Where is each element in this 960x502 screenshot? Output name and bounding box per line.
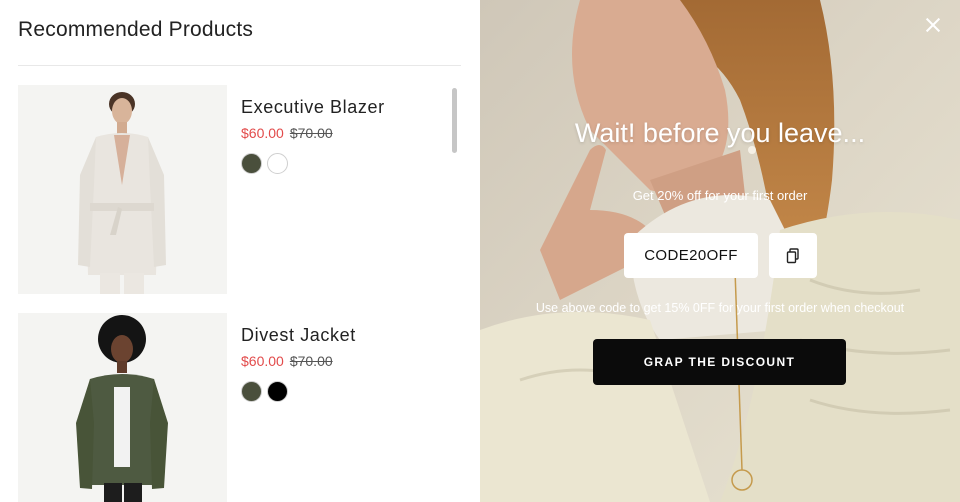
product-image[interactable] xyxy=(18,313,227,502)
sale-price: $60.00 xyxy=(241,125,284,141)
old-price: $70.00 xyxy=(289,125,333,141)
color-swatches xyxy=(241,153,288,174)
product-price: $60.00 $70.00 xyxy=(241,125,333,141)
blazer-model-image xyxy=(18,85,227,294)
swatch-olive[interactable] xyxy=(241,153,262,174)
popup-hint: Use above code to get 15% 0FF for your f… xyxy=(535,301,905,315)
scrollbar[interactable] xyxy=(452,88,457,153)
swatch-olive[interactable] xyxy=(241,381,262,402)
old-price: $70.00 xyxy=(289,353,333,369)
product-price: $60.00 $70.00 xyxy=(241,353,333,369)
swatch-white[interactable] xyxy=(267,153,288,174)
copy-code-button[interactable] xyxy=(769,233,817,278)
recommended-products-panel: Recommended Products Executive Blazer $6… xyxy=(0,0,480,502)
color-swatches xyxy=(241,381,288,402)
close-icon[interactable] xyxy=(924,16,942,34)
grab-discount-button[interactable]: GRAP THE DISCOUNT xyxy=(593,339,846,385)
jacket-model-image xyxy=(18,313,227,502)
exit-intent-popup: Wait! before you leave... Get 20% off fo… xyxy=(480,0,960,502)
recommended-title: Recommended Products xyxy=(18,18,254,41)
product-name[interactable]: Executive Blazer xyxy=(241,97,385,118)
divider xyxy=(18,65,461,66)
popup-subtitle: Get 20% off for your first order xyxy=(632,188,808,203)
swatch-black[interactable] xyxy=(267,381,288,402)
discount-code[interactable]: CODE20OFF xyxy=(624,233,758,278)
product-image[interactable] xyxy=(18,85,227,294)
popup-headline: Wait! before you leave... xyxy=(574,118,866,148)
sale-price: $60.00 xyxy=(241,353,284,369)
product-name[interactable]: Divest Jacket xyxy=(241,325,356,346)
copy-icon xyxy=(786,247,799,263)
